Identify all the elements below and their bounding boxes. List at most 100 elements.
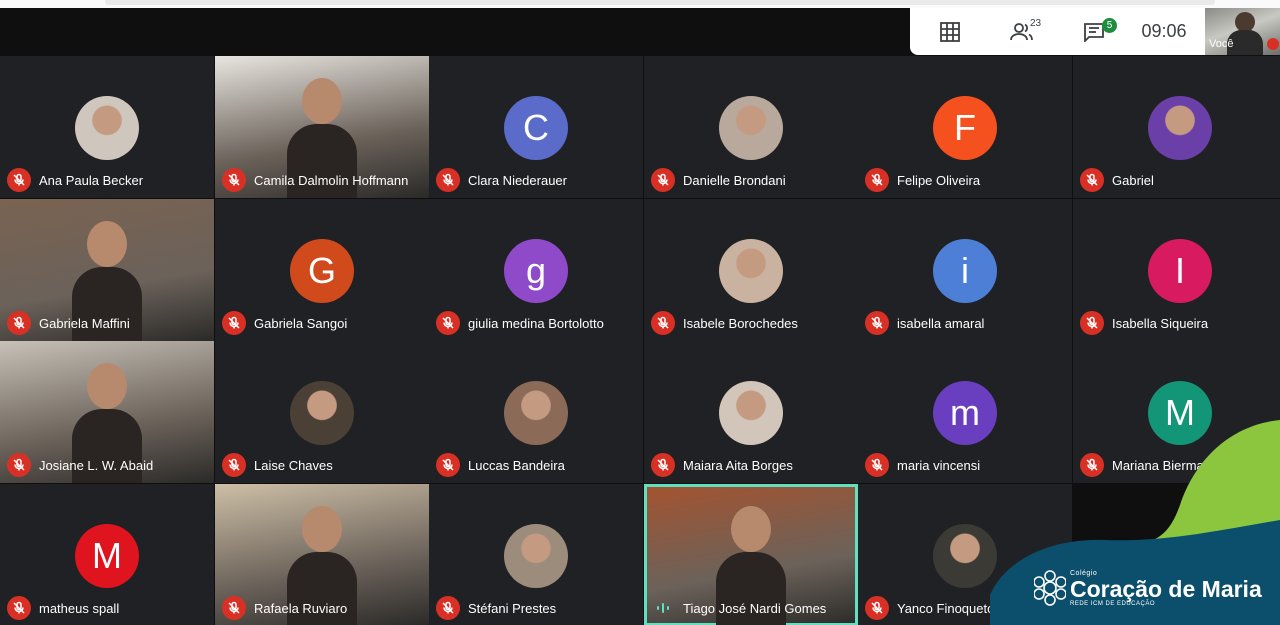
avatar-photo <box>719 381 783 445</box>
avatar-letter: g <box>525 250 547 291</box>
participant-tile[interactable]: I Isabella Siqueira <box>1073 199 1280 341</box>
mic-off-icon <box>651 311 675 335</box>
name-bar: Isabele Borochedes <box>651 311 798 335</box>
avatar-photo <box>75 96 139 160</box>
name-bar: giulia medina Bortolotto <box>436 311 604 335</box>
avatar-initial: G <box>290 239 354 303</box>
participant-name: Ana Paula Becker <box>39 172 144 188</box>
name-bar: Ana Paula Becker <box>7 168 143 192</box>
participant-tile[interactable]: Isabele Borochedes <box>644 199 858 341</box>
participant-name: Felipe Oliveira <box>897 172 981 188</box>
avatar-initial: C <box>504 96 568 160</box>
chat-button[interactable]: 5 <box>1062 12 1126 52</box>
participant-name: Camila Dalmolin Hoffmann <box>254 172 409 188</box>
participant-name: matheus spall <box>39 600 120 616</box>
participant-tile[interactable]: g giulia medina Bortolotto <box>429 199 643 341</box>
participant-name: Rafaela Ruviaro <box>254 600 348 616</box>
avatar-photo <box>504 381 568 445</box>
participant-tile[interactable]: Laise Chaves <box>215 341 429 483</box>
participant-name: Danielle Brondani <box>683 172 786 188</box>
avatar-letter: F <box>954 107 976 148</box>
avatar-initial: M <box>75 524 139 588</box>
participant-tile[interactable]: Maiara Aita Borges <box>644 341 858 483</box>
participant-name: Stéfani Prestes <box>468 600 557 616</box>
participant-name: Yanco Finoqueto <box>897 600 995 616</box>
participant-tile[interactable]: Tiago José Nardi Gomes <box>644 484 858 625</box>
name-bar: Luccas Bandeira <box>436 453 565 477</box>
avatar-letter: G <box>307 250 336 291</box>
mic-off-icon <box>436 453 460 477</box>
name-bar: Gabriela Sangoi <box>222 311 347 335</box>
participant-tile[interactable]: Gabriel <box>1073 56 1280 198</box>
participant-name: Maiara Aita Borges <box>683 457 793 473</box>
mic-off-icon <box>7 453 31 477</box>
avatar-photo <box>290 381 354 445</box>
mic-off-icon <box>1080 311 1104 335</box>
browser-top-strip <box>0 0 1280 8</box>
participant-tile[interactable]: Danielle Brondani <box>644 56 858 198</box>
participant-name: maria vincensi <box>897 457 981 473</box>
clock: 09:06 <box>1141 21 1187 41</box>
participant-tile[interactable]: Gabriela Maffini <box>0 199 214 341</box>
name-bar: Laise Chaves <box>222 453 333 477</box>
mic-off-icon <box>222 453 246 477</box>
participant-name: Tiago José Nardi Gomes <box>683 600 827 616</box>
mic-off-icon <box>1080 168 1104 192</box>
brand-wordmark: Colégio Coração de Maria REDE ICM DE EDU… <box>1070 570 1262 607</box>
layout-button[interactable] <box>918 12 982 52</box>
avatar-initial: I <box>1148 239 1212 303</box>
participant-tile[interactable]: Luccas Bandeira <box>429 341 643 483</box>
participant-tile[interactable]: Mmatheus spall <box>0 484 214 625</box>
participant-tile[interactable]: Ana Paula Becker <box>0 56 214 198</box>
name-bar: Clara Niederauer <box>436 168 567 192</box>
name-bar: Stéfani Prestes <box>436 596 556 620</box>
avatar-initial: i <box>933 239 997 303</box>
participant-tile[interactable]: i isabella amaral <box>858 199 1072 341</box>
participant-name: Isabele Borochedes <box>683 315 798 331</box>
mic-off-icon <box>222 168 246 192</box>
brand-logo-icon <box>1034 570 1066 606</box>
participant-tile[interactable]: G Gabriela Sangoi <box>215 199 429 341</box>
participant-tile[interactable]: Camila Dalmolin Hoffmann <box>215 56 429 198</box>
mic-off-icon <box>651 168 675 192</box>
self-view[interactable]: Você <box>1205 8 1280 55</box>
chat-badge: 5 <box>1102 17 1117 33</box>
participant-name: isabella amaral <box>897 315 985 331</box>
speaking-icon <box>651 596 675 620</box>
avatar-photo <box>1148 96 1212 160</box>
participant-tile[interactable]: F Felipe Oliveira <box>858 56 1072 198</box>
browser-top-bar <box>105 0 1215 5</box>
mic-off-icon <box>222 596 246 620</box>
mic-off-icon <box>865 596 889 620</box>
avatar-letter: M <box>92 535 122 576</box>
name-bar: Gabriela Maffini <box>7 311 130 335</box>
participant-name: giulia medina Bortolotto <box>468 315 604 331</box>
mic-off-icon <box>7 311 31 335</box>
mic-off-icon <box>651 453 675 477</box>
participant-name: Gabriela Sangoi <box>254 315 348 331</box>
participant-tile[interactable]: Josiane L. W. Abaid <box>0 341 214 483</box>
name-bar: Maiara Aita Borges <box>651 453 793 477</box>
mic-off-icon <box>865 311 889 335</box>
avatar-photo <box>719 239 783 303</box>
participant-name: Josiane L. W. Abaid <box>39 457 154 473</box>
mic-off-icon <box>436 596 460 620</box>
participants-button[interactable]: 23 <box>990 12 1054 52</box>
name-bar: Felipe Oliveira <box>865 168 980 192</box>
participant-tile[interactable]: Rafaela Ruviaro <box>215 484 429 625</box>
brand-name: Coração de Maria <box>1070 576 1262 602</box>
mic-off-icon <box>222 311 246 335</box>
name-bar: matheus spall <box>7 596 119 620</box>
name-bar: Josiane L. W. Abaid <box>7 453 153 477</box>
participant-tile[interactable]: C Clara Niederauer <box>429 56 643 198</box>
participant-tile[interactable]: Stéfani Prestes <box>429 484 643 625</box>
avatar-initial: g <box>504 239 568 303</box>
self-head <box>1235 12 1255 32</box>
avatar-letter: I <box>1174 250 1185 291</box>
mic-off-icon <box>1267 38 1279 50</box>
avatar-letter: i <box>961 250 969 291</box>
name-bar: Tiago José Nardi Gomes <box>651 596 826 620</box>
avatar-photo <box>933 524 997 588</box>
participant-name: Isabella Siqueira <box>1112 315 1209 331</box>
name-bar: Danielle Brondani <box>651 168 786 192</box>
